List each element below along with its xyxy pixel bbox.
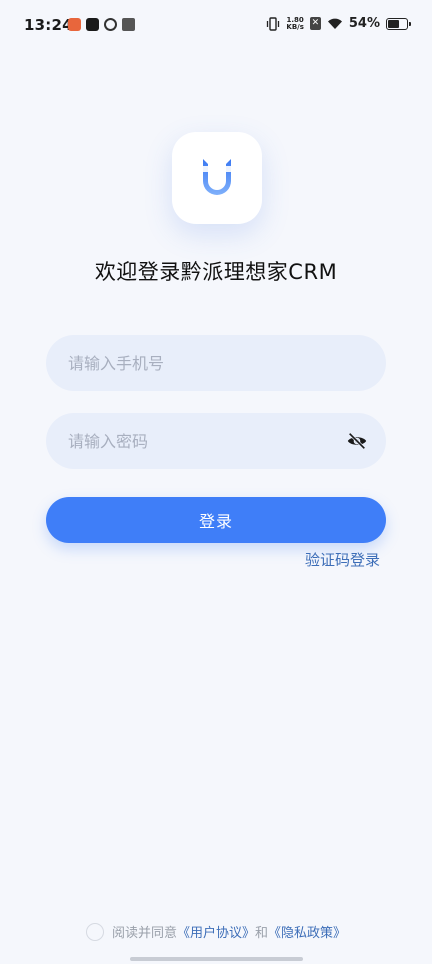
battery-percent: 54% [348,16,380,31]
agreement-prefix: 阅读并同意 [111,926,177,941]
agreement-row: 阅读并同意 《用户协议》 和 《隐私政策》 [0,922,432,941]
password-field[interactable] [46,413,386,469]
status-indicators: 1.80 KB/s ✕ 54% [266,16,411,31]
magnet-u-logo-icon [203,159,231,195]
status-bar: 13:24 1.80 KB/s ✕ 54% [0,0,432,50]
app-logo [172,132,262,224]
login-screen: 13:24 1.80 KB/s ✕ 54% 欢迎登录黔派理想家CRM 请输入手机… [0,0,432,964]
network-speed: 1.80 KB/s [286,16,304,31]
network-speed-unit: KB/s [286,22,304,31]
wifi-icon [327,18,342,29]
tiktok-icon [86,18,99,31]
battery-icon [386,17,411,30]
user-agreement-link[interactable]: 《用户协议》 [177,922,255,941]
store-app-icon [122,18,135,31]
phone-field[interactable] [46,335,386,391]
home-indicator[interactable] [130,957,303,961]
password-input[interactable] [68,431,346,451]
agreement-checkbox[interactable] [85,922,104,941]
privacy-policy-link[interactable]: 《隐私政策》 [268,922,346,941]
login-button[interactable]: 登录 [46,497,386,543]
status-app-icons [68,18,135,31]
verification-code-login-link[interactable]: 验证码登录 [305,549,380,570]
eye-off-icon[interactable] [346,430,368,452]
no-sim-icon: ✕ [309,17,321,30]
status-time: 13:24 [24,16,73,34]
phone-input[interactable] [68,353,364,373]
link-app-icon [104,18,117,31]
vibrate-icon [267,16,280,31]
agreement-conjunction: 和 [255,926,269,941]
page-title: 欢迎登录黔派理想家CRM [94,260,338,284]
app-notification-icon [68,18,81,31]
